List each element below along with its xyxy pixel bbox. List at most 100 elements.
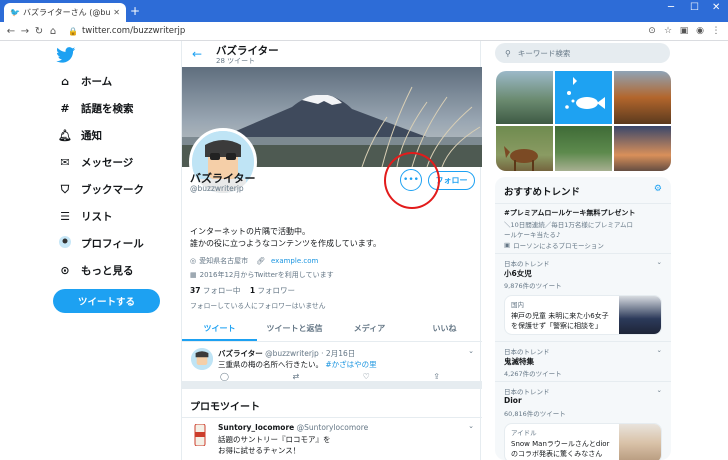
trend-category: 日本のトレンド: [504, 260, 550, 268]
calendar-icon: ▦: [190, 271, 197, 279]
news-category: アイドル: [511, 429, 537, 437]
browser-titlebar: 🐦 バズライターさん (@buzzwriterjp) / T ✕ + ─ ☐ ✕: [0, 0, 728, 22]
profile-icon[interactable]: ◉: [692, 26, 708, 36]
promo-author-handle: @Suntorylocomore: [296, 423, 369, 432]
new-tab-icon[interactable]: +: [130, 4, 140, 18]
chevron-down-icon[interactable]: ⌄: [468, 347, 474, 355]
tweet-body: 三重県の梅の名所へ行きたい。: [218, 360, 323, 369]
trends-panel: おすすめトレンド ⚙ #プレミアムロールケーキ無料プレゼント ＼10日間連続／毎…: [495, 177, 671, 460]
divider: [495, 341, 671, 342]
search-placeholder: キーワード検索: [517, 48, 571, 58]
chevron-down-icon[interactable]: ⌄: [657, 386, 662, 394]
nav-item-lists[interactable]: ☰ リスト: [58, 209, 112, 224]
close-window-icon[interactable]: ✕: [712, 2, 720, 13]
hashtag-icon: #: [60, 102, 70, 115]
left-navigation: ⌂ ホーム # 話題を検索 🔔︎ 通知 ✉ メッセージ ⛉ ブックマーク ☰ リスト プロフ…: [48, 41, 178, 460]
tweet-text: 三重県の梅の名所へ行きたい。 #かざはやの里: [218, 359, 377, 370]
url-field[interactable]: 🔒 twitter.com/buzzwriterjp: [68, 26, 644, 36]
tweet-author-handle: @buzzwriterjp: [265, 349, 319, 358]
promo-text-line1: 話題のサントリー『ロコモア』を: [218, 435, 331, 444]
trend-name: 小6女児: [504, 269, 532, 278]
trend-desc-line1: ＼10日間連続／毎日1万名様にプレミアムロ: [504, 221, 633, 229]
profile-bio-line1: インターネットの片隅で活動中。: [190, 227, 310, 236]
minimize-icon[interactable]: ─: [668, 2, 674, 13]
chevron-down-icon[interactable]: ⌄: [468, 422, 474, 430]
list-icon: ☰: [60, 210, 70, 223]
tweet-button[interactable]: ツイートする: [53, 289, 160, 313]
profile-bio-line2: 誰かの役に立つようなコンテンツを作成しています。: [190, 239, 381, 248]
followers-count-link[interactable]: 1 フォロワー: [250, 286, 295, 295]
nav-label: メッセージ: [81, 157, 134, 169]
gallery-photo-deer[interactable]: [496, 126, 553, 171]
nav-item-explore[interactable]: # 話題を検索: [58, 101, 133, 116]
tweet-date[interactable]: · 2月16日: [321, 349, 355, 358]
tune-icon[interactable]: ⊙: [644, 26, 660, 36]
reply-icon[interactable]: ◯: [220, 372, 229, 381]
tab-tweets[interactable]: ツイート: [182, 318, 257, 341]
forward-icon[interactable]: →: [18, 26, 32, 37]
promo-author-name[interactable]: Suntory_locomore: [218, 423, 294, 432]
close-tab-icon[interactable]: ✕: [113, 8, 120, 17]
nav-item-notifications[interactable]: 🔔︎ 通知: [58, 128, 102, 143]
profile-location-website: ◎ 愛知県名古屋市 🔗︎ example.com: [190, 256, 318, 266]
nav-item-more[interactable]: ⊙ もっと見る: [58, 263, 134, 278]
nav-item-messages[interactable]: ✉ メッセージ: [58, 155, 133, 170]
gallery-photo-lake[interactable]: [496, 71, 553, 124]
reload-icon[interactable]: ↻: [32, 26, 46, 37]
news-card-2[interactable]: アイドル Snow Manラウールさんとdior のコラボ発表に驚くみなさん: [504, 423, 662, 460]
nav-item-home[interactable]: ⌂ ホーム: [58, 74, 112, 89]
share-icon[interactable]: ⇪: [433, 372, 440, 381]
tab-tweets-replies[interactable]: ツイートと返信: [257, 318, 332, 341]
tab-likes[interactable]: いいね: [407, 318, 482, 341]
profile-website-link[interactable]: example.com: [271, 257, 318, 265]
follow-counts: 37 フォロー中 1 フォロワー: [190, 285, 295, 296]
retweet-icon[interactable]: ⇄: [292, 372, 299, 381]
profile-header-bar: ← バズライター 28 ツイート: [182, 41, 482, 67]
tweet-hashtag[interactable]: #かざはやの里: [325, 360, 376, 369]
bookmark-icon: ⛉: [60, 182, 70, 196]
gallery-photo-shrine[interactable]: [555, 126, 612, 171]
gallery-photo-sunset[interactable]: [614, 126, 671, 171]
star-icon[interactable]: ☆: [660, 26, 676, 36]
nav-item-bookmarks[interactable]: ⛉ ブックマーク: [58, 182, 144, 197]
news-card-1[interactable]: 国内 神戸の児童 未明に来た小6女子 を保護せず「警察に相談を」: [504, 295, 662, 335]
joined-text: 2016年12月からTwitterを利用しています: [199, 271, 334, 279]
maximize-icon[interactable]: ☐: [690, 2, 699, 13]
lock-icon: 🔒: [68, 26, 78, 36]
tweet-item[interactable]: バズライター @buzzwriterjp · 2月16日 ⌄ 三重県の梅の名所へ…: [182, 343, 482, 389]
promo-avatar[interactable]: [192, 423, 208, 447]
tab-title: バズライターさん (@buzzwriterjp) / T: [23, 8, 111, 17]
promo-header: Suntory_locomore @Suntorylocomore: [218, 423, 368, 432]
chevron-down-icon[interactable]: ⌄: [657, 258, 662, 266]
tab-media[interactable]: メディア: [332, 318, 407, 341]
back-icon[interactable]: ←: [4, 26, 18, 37]
trend-count: 9,876件のツイート: [504, 282, 562, 290]
profile-column: ← バズライター 28 ツイート ••• フォロー バズライター @buzzwr…: [181, 41, 482, 460]
news-thumbnail: [619, 296, 661, 334]
extension-icon[interactable]: ▣: [676, 26, 692, 36]
promoted-tweet[interactable]: Suntory_locomore @Suntorylocomore ⌄ 話題のサ…: [182, 417, 482, 460]
tweet-author-name[interactable]: バズライター: [218, 349, 263, 358]
nav-label: 通知: [81, 130, 102, 142]
back-arrow-icon[interactable]: ←: [192, 47, 202, 61]
profile-joined: ▦ 2016年12月からTwitterを利用しています: [190, 270, 334, 280]
tweet-avatar[interactable]: [191, 348, 213, 370]
browser-tab[interactable]: 🐦 バズライターさん (@buzzwriterjp) / T ✕: [4, 3, 126, 22]
highlight-circle-annotation: [384, 152, 440, 209]
twitter-logo-icon[interactable]: [56, 47, 76, 63]
twitter-favicon-icon: 🐦: [10, 8, 20, 17]
gallery-photo-fish[interactable]: [555, 71, 612, 124]
gallery-photo-autumn[interactable]: [614, 71, 671, 124]
followed-by-text: フォローしている人にフォロワーはいません: [190, 302, 326, 310]
search-icon: ⚲: [505, 48, 511, 58]
gear-icon[interactable]: ⚙: [654, 184, 662, 194]
menu-icon[interactable]: ⋮: [708, 26, 724, 36]
home-browser-icon[interactable]: ⌂: [46, 26, 60, 37]
nav-label: もっと見る: [81, 265, 134, 277]
following-count-link[interactable]: 37 フォロー中: [190, 286, 240, 295]
trend-desc-line2: ールケーキ当たる♪: [504, 231, 561, 239]
chevron-down-icon[interactable]: ⌄: [657, 346, 662, 354]
like-icon[interactable]: ♡: [363, 372, 370, 381]
search-input[interactable]: ⚲ キーワード検索: [495, 43, 670, 63]
nav-item-profile[interactable]: プロフィール: [58, 236, 144, 251]
